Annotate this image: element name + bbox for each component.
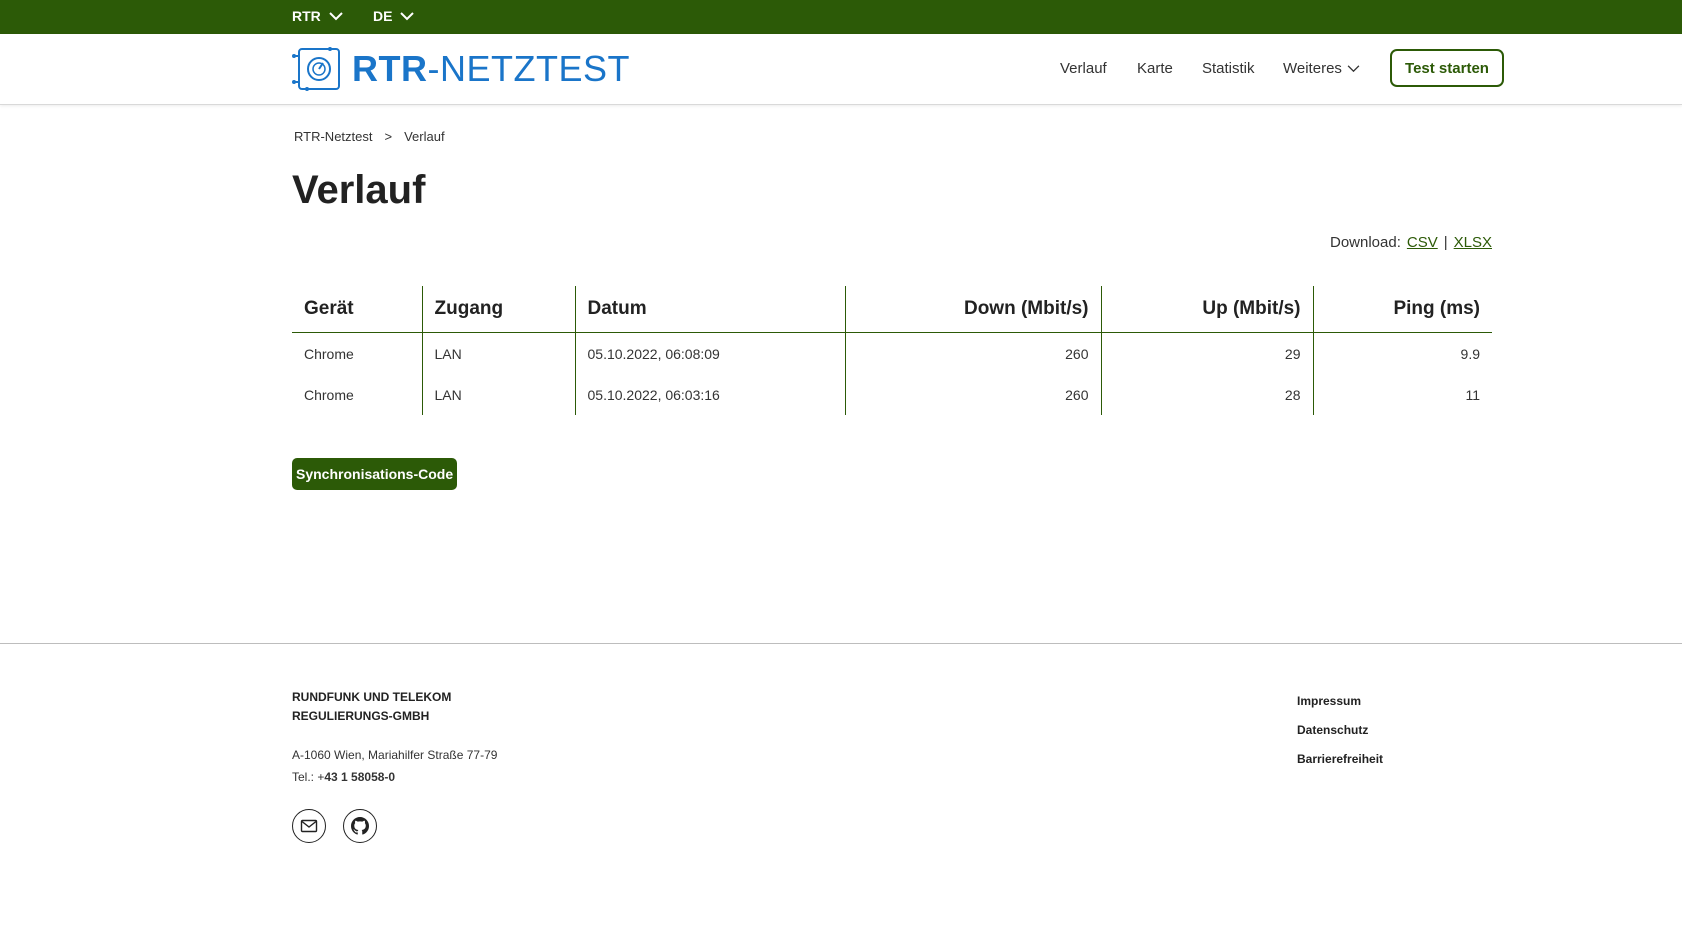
- breadcrumb-home-link[interactable]: RTR-Netztest: [294, 129, 373, 144]
- footer-phone: Tel.: +43 1 58058-0: [292, 766, 497, 788]
- nav-karte-label: Karte: [1137, 60, 1173, 77]
- nav-statistik[interactable]: Statistik: [1202, 60, 1255, 77]
- table-header-row: Gerät Zugang Datum Down (Mbit/s) Up (Mbi…: [292, 286, 1492, 333]
- site-logo[interactable]: RTR-NETZTEST: [292, 44, 630, 94]
- cell-up: 29: [1100, 332, 1313, 374]
- column-header-down[interactable]: Down (Mbit/s): [844, 286, 1101, 333]
- barrierefreiheit-link[interactable]: Barrierefreiheit: [1297, 752, 1383, 781]
- breadcrumb-separator: >: [384, 129, 393, 144]
- main-header: RTR-NETZTEST Verlauf Karte Statistik Wei…: [0, 34, 1682, 105]
- column-header-geraet[interactable]: Gerät: [292, 286, 422, 333]
- nav-weiteres-label: Weiteres: [1283, 60, 1342, 77]
- table-row[interactable]: Chrome LAN 05.10.2022, 06:08:09 260 29 9…: [292, 332, 1492, 374]
- history-table: Gerät Zugang Datum Down (Mbit/s) Up (Mbi…: [292, 286, 1492, 415]
- cell-zugang: LAN: [421, 374, 575, 415]
- phone-number[interactable]: 43 1 58058-0: [324, 770, 395, 784]
- page-title: Verlauf: [292, 168, 426, 212]
- cell-ping: 11: [1312, 374, 1492, 415]
- nav-karte[interactable]: Karte: [1137, 60, 1173, 77]
- org-name-line1: RUNDFUNK UND TELEKOM: [292, 690, 452, 704]
- impressum-link[interactable]: Impressum: [1297, 694, 1383, 723]
- footer-contact: A-1060 Wien, Mariahilfer Straße 77-79 Te…: [292, 744, 497, 788]
- cell-down: 260: [844, 374, 1101, 415]
- cell-datum: 05.10.2022, 06:08:09: [574, 332, 845, 374]
- download-links: Download: CSV | XLSX: [1330, 234, 1492, 251]
- datenschutz-link[interactable]: Datenschutz: [1297, 723, 1383, 752]
- cell-zugang: LAN: [421, 332, 575, 374]
- chevron-down-icon: [400, 12, 415, 21]
- nav-statistik-label: Statistik: [1202, 60, 1255, 77]
- logo-text-bold: RTR: [352, 48, 428, 89]
- breadcrumb-current: Verlauf: [404, 129, 445, 144]
- footer-divider: [0, 643, 1682, 644]
- column-header-zugang[interactable]: Zugang: [421, 286, 575, 333]
- download-xlsx-link[interactable]: XLSX: [1454, 234, 1492, 251]
- org-name-line2: REGULIERUNGS-GMBH: [292, 709, 430, 723]
- nav-weiteres[interactable]: Weiteres: [1283, 60, 1360, 77]
- footer-organization: RUNDFUNK UND TELEKOM REGULIERUNGS-GMBH: [292, 688, 451, 726]
- email-button[interactable]: [292, 809, 326, 843]
- download-separator: |: [1443, 234, 1448, 251]
- language-selector-label: DE: [373, 8, 393, 24]
- chevron-down-icon: [329, 12, 343, 21]
- logo-text-rest: -NETZTEST: [427, 48, 630, 89]
- download-csv-link[interactable]: CSV: [1407, 234, 1438, 251]
- cell-geraet: Chrome: [304, 345, 354, 362]
- org-selector-label: RTR: [292, 8, 321, 24]
- speedometer-logo-icon: [292, 47, 340, 91]
- column-header-datum[interactable]: Datum: [574, 286, 845, 333]
- cell-geraet: Chrome: [304, 386, 354, 403]
- cell-up: 28: [1100, 374, 1313, 415]
- top-bar: RTR DE: [0, 0, 1682, 34]
- cell-datum: 05.10.2022, 06:03:16: [574, 374, 845, 415]
- nav-verlauf-label: Verlauf: [1060, 60, 1107, 77]
- cell-down: 260: [844, 332, 1101, 374]
- github-button[interactable]: [343, 809, 377, 843]
- org-selector[interactable]: RTR: [292, 8, 343, 24]
- footer-address: A-1060 Wien, Mariahilfer Straße 77-79: [292, 748, 498, 762]
- logo-text: RTR-NETZTEST: [352, 48, 630, 90]
- github-icon: [351, 817, 369, 835]
- breadcrumb: RTR-Netztest > Verlauf: [294, 129, 445, 144]
- start-test-button[interactable]: Test starten: [1390, 49, 1504, 87]
- cell-ping: 9.9: [1312, 332, 1492, 374]
- download-label: Download:: [1330, 234, 1401, 251]
- table-row[interactable]: Chrome LAN 05.10.2022, 06:03:16 260 28 1…: [292, 374, 1492, 415]
- mail-icon: [300, 819, 318, 833]
- phone-label: Tel.: +: [292, 770, 325, 784]
- footer-links: Impressum Datenschutz Barrierefreiheit: [1297, 694, 1383, 781]
- nav-verlauf[interactable]: Verlauf: [1060, 60, 1107, 77]
- language-selector[interactable]: DE: [373, 8, 415, 24]
- sync-code-button[interactable]: Synchronisations-Code: [292, 458, 458, 490]
- chevron-down-icon: [1347, 65, 1360, 73]
- column-header-up[interactable]: Up (Mbit/s): [1100, 286, 1313, 333]
- column-header-ping[interactable]: Ping (ms): [1312, 286, 1492, 333]
